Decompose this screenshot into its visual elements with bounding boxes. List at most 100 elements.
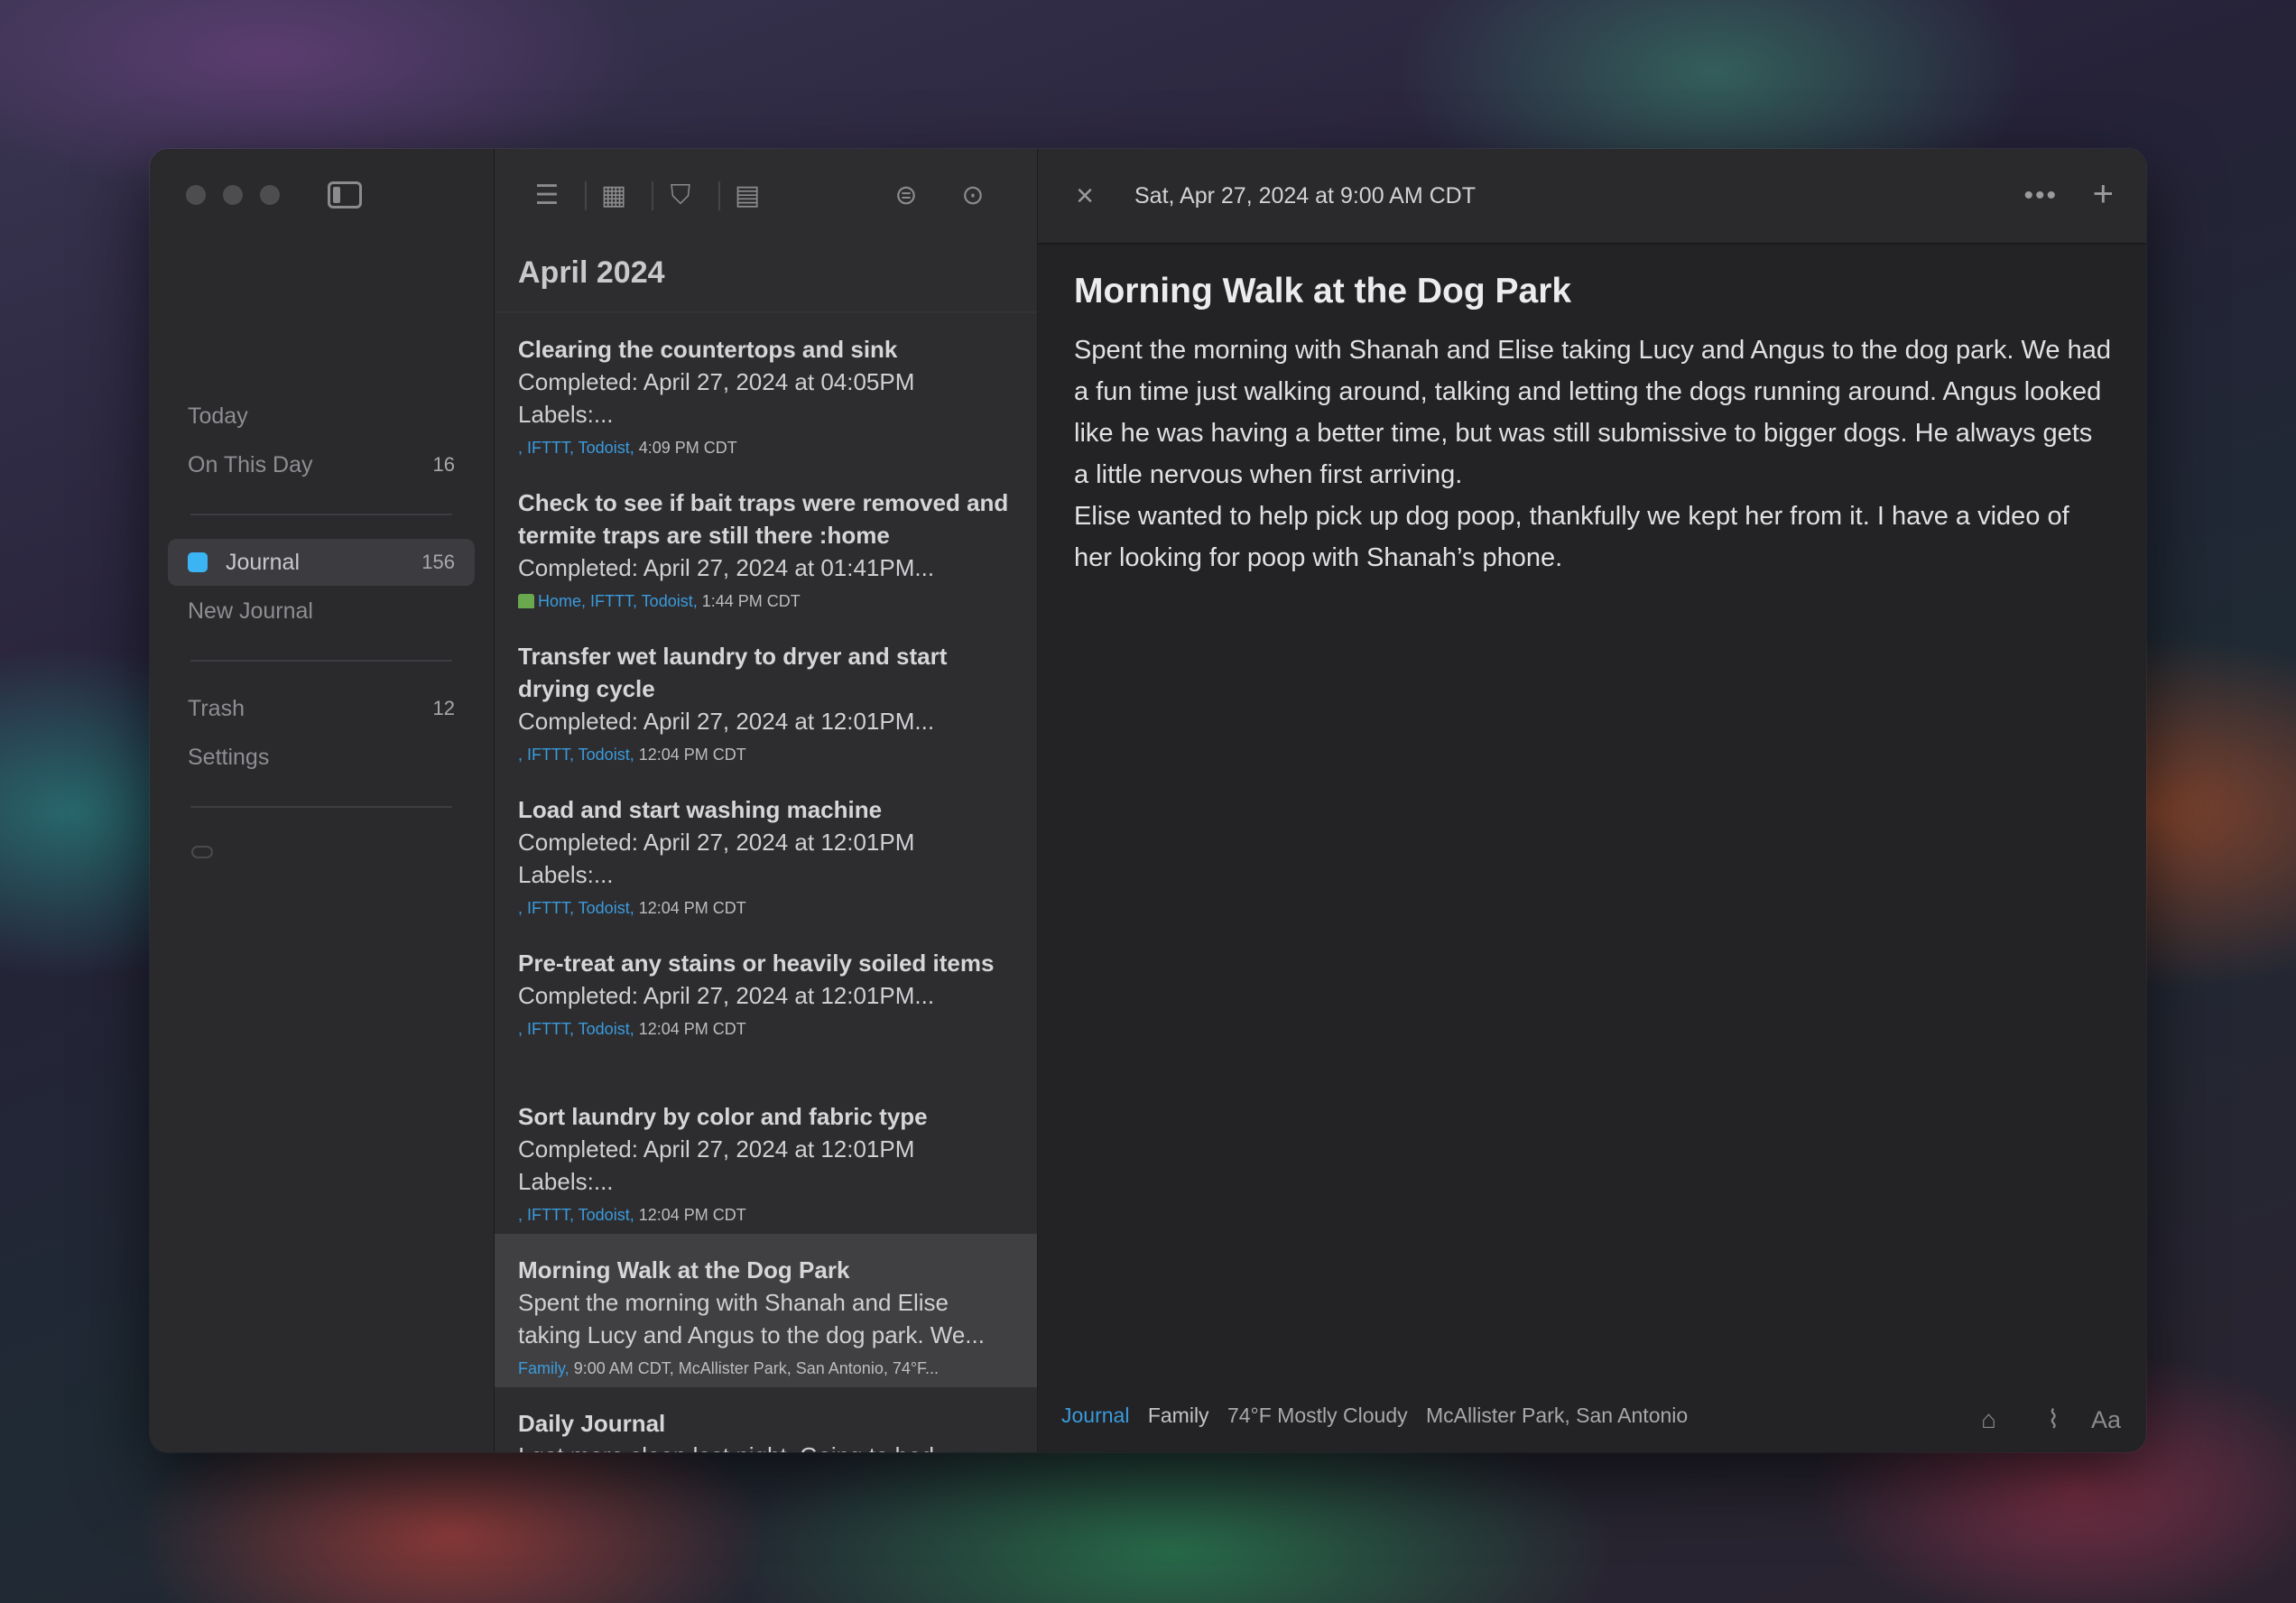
list-item[interactable]: Check to see if bait traps were removed … [495,467,1037,620]
entry-tags: Family, [518,1359,569,1377]
entry-metadata: Journal Family 74°F Mostly Cloudy McAlli… [1061,1404,1700,1428]
entry-time: 12:04 PM CDT [638,746,746,764]
zoom-window-button[interactable] [260,185,280,205]
search-icon[interactable]: ⊙ [957,180,989,212]
list-item[interactable]: Daily Journal I got more sleep last nigh… [495,1387,1037,1452]
app-window: Today On This Day 16 Journal 156 New Jou… [150,149,2146,1452]
minimize-window-button[interactable] [223,185,243,205]
toolbar-separator [718,181,720,210]
entry-tags: , IFTTT, Todoist, [518,1020,634,1038]
grid-view-icon[interactable]: ▦ [597,180,630,212]
list-item-selected[interactable]: Morning Walk at the Dog Park Spent the m… [495,1234,1037,1387]
close-icon[interactable]: × [1070,181,1099,211]
entry-tags: Home, IFTTT, Todoist, [538,592,698,610]
entry-time: 9:00 AM CDT, McAllister Park, San Antoni… [573,1359,940,1377]
more-icon[interactable]: ••• [2023,180,2058,212]
list-item[interactable]: Sort laundry by color and fabric type Co… [495,1080,1037,1234]
sidebar-divider [190,806,452,808]
entry-time: 12:04 PM CDT [638,1020,746,1038]
entry-time: 12:04 PM CDT [638,1206,746,1224]
entry-time: 12:04 PM CDT [638,899,746,917]
sidebar-item-new-journal[interactable]: New Journal [168,588,475,635]
calendar-view-icon[interactable]: ▤ [731,180,764,212]
sidebar-item-label: Trash [188,696,245,721]
list-item[interactable]: Load and start washing machine Completed… [495,774,1037,927]
cloud-icon [191,846,213,858]
sidebar-item-journal[interactable]: Journal 156 [168,539,475,586]
sidebar-item-trash[interactable]: Trash 12 [168,685,475,732]
map-view-icon[interactable]: ⛉ [664,180,697,212]
list-view-icon[interactable]: ☰ [531,180,563,212]
window-controls [186,185,280,205]
entry-footer: Journal Family 74°F Mostly Cloudy McAlli… [1038,1385,2146,1452]
attachment-icon[interactable]: ⌇ [2047,1405,2060,1434]
detail-toolbar: × Sat, Apr 27, 2024 at 9:00 AM CDT ••• + [1038,149,2146,245]
entry-title: Daily Journal [518,1410,666,1437]
entry-list-pane: ☰ ▦ ⛉ ▤ ⊜ ⊙ April 2024 Clearing the coun… [495,149,1038,1452]
entry-preview: Completed: April 27, 2024 at 12:01PM Lab… [518,1135,915,1195]
entry-title: Pre-treat any stains or heavily soiled i… [518,950,995,977]
entry-title: Sort laundry by color and fabric type [518,1103,928,1130]
entry-meta: , IFTTT, Todoist, 12:04 PM CDT [518,741,1014,768]
sidebar-item-label: Settings [188,745,270,770]
list-toolbar: ☰ ▦ ⛉ ▤ ⊜ ⊙ [495,149,1037,245]
house-icon [518,594,534,608]
month-header: April 2024 [495,243,1037,313]
sidebar-toggle-icon[interactable] [328,181,362,208]
entry-preview: Completed: April 27, 2024 at 12:01PM Lab… [518,829,915,888]
entry-paragraph: Spent the morning with Shanah and Elise … [1074,336,2111,489]
entry-date[interactable]: Sat, Apr 27, 2024 at 9:00 AM CDT [1134,180,1476,212]
entry-meta: , IFTTT, Todoist, 4:09 PM CDT [518,434,1014,461]
on-this-day-count: 16 [432,453,455,476]
entry-title: Clearing the countertops and sink [518,336,898,363]
entry-preview: Completed: April 27, 2024 at 04:05PM Lab… [518,368,915,428]
entry-tags: , IFTTT, Todoist, [518,1206,634,1224]
journal-count: 156 [421,551,455,573]
sidebar: Today On This Day 16 Journal 156 New Jou… [150,149,495,1452]
month-header-label: April 2024 [518,255,665,290]
footer-weather[interactable]: 74°F Mostly Cloudy [1227,1404,1408,1427]
footer-journal-link[interactable]: Journal [1061,1404,1129,1427]
entry-meta: Family, 9:00 AM CDT, McAllister Park, Sa… [518,1355,1014,1382]
filter-icon[interactable]: ⊜ [890,180,922,212]
footer-location[interactable]: McAllister Park, San Antonio [1426,1404,1688,1427]
list-item[interactable]: Clearing the countertops and sink Comple… [495,313,1037,467]
list-item[interactable]: Pre-treat any stains or heavily soiled i… [495,927,1037,1080]
entry-preview: I got more sleep last night. Going to be… [518,1440,1014,1452]
list-item[interactable]: Transfer wet laundry to dryer and start … [495,620,1037,774]
close-window-button[interactable] [186,185,206,205]
entry-paragraph: Elise wanted to help pick up dog poop, t… [1074,502,2069,572]
font-format-button[interactable]: Aa [2091,1405,2121,1434]
entry-meta: , IFTTT, Todoist, 12:04 PM CDT [518,1015,1014,1042]
entry-preview: Spent the morning with Shanah and Elise … [518,1289,985,1348]
sidebar-item-label: On This Day [188,452,313,477]
plus-icon[interactable]: + [2093,176,2114,212]
footer-tag[interactable]: Family [1148,1404,1209,1427]
entry-preview: Completed: April 27, 2024 at 12:01PM... [518,982,935,1009]
tag-icon[interactable]: ⌂ [1981,1405,1996,1434]
sidebar-divider [190,514,452,515]
entry-meta: , IFTTT, Todoist, 12:04 PM CDT [518,894,1014,922]
sidebar-item-settings[interactable]: Settings [168,734,475,781]
toolbar-separator [652,181,653,210]
entry-title: Check to see if bait traps were removed … [518,489,1009,549]
entry-tags: , IFTTT, Todoist, [518,439,634,457]
entry-tags: , IFTTT, Todoist, [518,899,634,917]
entry-meta: Home, IFTTT, Todoist, 1:44 PM CDT [518,588,1014,615]
entry-meta: , IFTTT, Todoist, 12:04 PM CDT [518,1201,1014,1228]
sidebar-item-label: New Journal [188,598,313,624]
entry-title: Load and start washing machine [518,796,883,823]
entry-tags: , IFTTT, Todoist, [518,746,634,764]
toolbar-separator [585,181,587,210]
entry-content[interactable]: Morning Walk at the Dog Park Spent the m… [1074,266,2112,579]
entry-title: Morning Walk at the Dog Park [518,1256,850,1283]
journal-color-icon [188,552,208,572]
sidebar-item-today[interactable]: Today [168,393,475,440]
entry-title: Transfer wet laundry to dryer and start … [518,643,948,702]
trash-count: 12 [432,697,455,719]
sidebar-item-label: Today [188,403,248,429]
sidebar-item-on-this-day[interactable]: On This Day 16 [168,441,475,488]
entry-detail-pane: × Sat, Apr 27, 2024 at 9:00 AM CDT ••• +… [1038,149,2146,1452]
entry-time: 1:44 PM CDT [701,592,801,610]
entry-preview: Completed: April 27, 2024 at 12:01PM... [518,708,935,735]
